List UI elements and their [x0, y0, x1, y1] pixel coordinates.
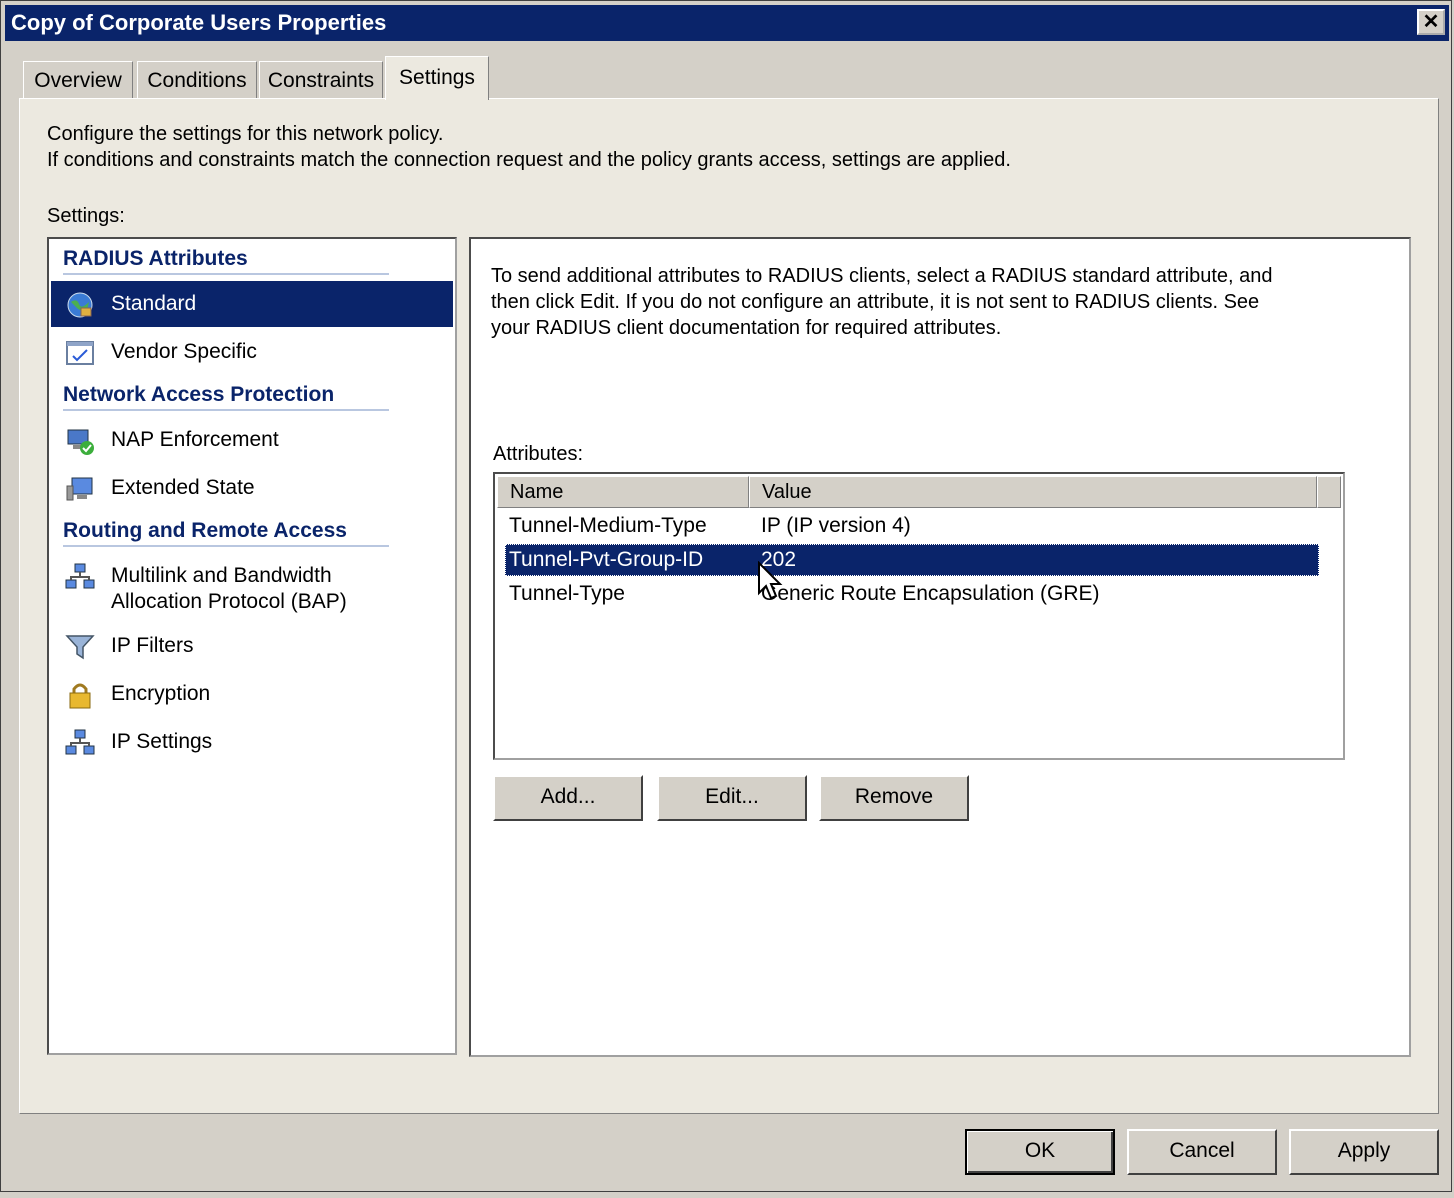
- description-line-2: If conditions and constraints match the …: [47, 149, 1011, 171]
- close-button[interactable]: ✕: [1417, 9, 1445, 35]
- attribute-name: Tunnel-Pvt-Group-ID: [509, 548, 704, 571]
- computer-check-icon: [67, 429, 94, 455]
- section-heading-radius: RADIUS Attributes: [63, 247, 389, 275]
- attribute-name: Tunnel-Type: [509, 582, 625, 605]
- column-header-filler: [1317, 476, 1341, 508]
- ok-button[interactable]: OK: [965, 1129, 1115, 1175]
- funnel-icon: [65, 635, 95, 660]
- globe-icon: [67, 292, 93, 318]
- edit-button[interactable]: Edit...: [657, 775, 807, 821]
- sidebar-item-ip-settings[interactable]: IP Settings: [51, 719, 453, 765]
- section-heading-nap: Network Access Protection: [63, 383, 389, 411]
- add-button[interactable]: Add...: [493, 775, 643, 821]
- sidebar-item-label: NAP Enforcement: [111, 428, 279, 451]
- lock-icon: [69, 683, 91, 709]
- tab-conditions[interactable]: Conditions: [137, 61, 257, 99]
- tab-overview[interactable]: Overview: [23, 61, 133, 99]
- settings-label: Settings:: [47, 205, 125, 227]
- close-icon: ✕: [1422, 11, 1440, 33]
- attributes-label: Attributes:: [493, 443, 584, 465]
- sidebar-item-vendor-specific[interactable]: Vendor Specific: [51, 329, 453, 375]
- mouse-cursor-icon: [758, 561, 783, 600]
- sidebar-item-ip-filters[interactable]: IP Filters: [51, 623, 453, 669]
- sidebar-item-label: Extended State: [111, 476, 255, 499]
- sidebar-item-multilink-bap[interactable]: Multilink and Bandwidth Allocation Proto…: [51, 553, 453, 623]
- tab-settings[interactable]: Settings: [385, 56, 489, 100]
- settings-nav-list[interactable]: RADIUS Attributes Standard Vendor Specif…: [47, 237, 457, 1055]
- tab-constraints[interactable]: Constraints: [259, 61, 383, 99]
- info-line-1: To send additional attributes to RADIUS …: [491, 265, 1273, 287]
- apply-button[interactable]: Apply: [1289, 1129, 1439, 1175]
- info-line-2: then click Edit. If you do not configure…: [491, 291, 1260, 313]
- properties-dialog: Copy of Corporate Users Properties ✕ Ove…: [0, 0, 1452, 1192]
- attribute-value: IP (IP version 4): [761, 514, 911, 537]
- table-row[interactable]: Tunnel-Pvt-Group-ID 202: [505, 544, 1319, 576]
- cancel-button[interactable]: Cancel: [1127, 1129, 1277, 1175]
- sidebar-item-extended-state[interactable]: Extended State: [51, 465, 453, 511]
- sidebar-item-label: IP Settings: [111, 730, 213, 753]
- sidebar-item-encryption[interactable]: Encryption: [51, 671, 453, 717]
- sidebar-item-standard[interactable]: Standard: [51, 281, 453, 327]
- monitor-icon: [66, 477, 93, 501]
- attribute-value: Generic Route Encapsulation (GRE): [761, 582, 1100, 605]
- sidebar-item-label: Encryption: [111, 682, 211, 705]
- remove-button[interactable]: Remove: [819, 775, 969, 821]
- sidebar-item-label: Multilink and Bandwidth: [111, 564, 332, 587]
- sidebar-item-label: Vendor Specific: [111, 340, 257, 363]
- sidebar-item-label-line-2: Allocation Protocol (BAP): [111, 590, 347, 613]
- table-row[interactable]: Tunnel-Type Generic Route Encapsulation …: [505, 578, 1319, 610]
- description-line-1: Configure the settings for this network …: [47, 123, 444, 145]
- column-header-name[interactable]: Name: [497, 476, 749, 508]
- checklist-icon: [66, 341, 94, 365]
- sidebar-item-nap-enforcement[interactable]: NAP Enforcement: [51, 417, 453, 463]
- title-bar[interactable]: Copy of Corporate Users Properties ✕: [5, 5, 1449, 41]
- table-row[interactable]: Tunnel-Medium-Type IP (IP version 4): [505, 510, 1319, 542]
- section-heading-rras: Routing and Remote Access: [63, 519, 389, 547]
- network-icon: [65, 563, 95, 589]
- info-line-3: your RADIUS client documentation for req…: [491, 317, 1002, 339]
- sidebar-item-label: Standard: [111, 292, 197, 315]
- column-header-value[interactable]: Value: [749, 476, 1317, 508]
- sidebar-item-label: IP Filters: [111, 634, 194, 657]
- window-title: Copy of Corporate Users Properties: [11, 10, 387, 35]
- network-icon: [65, 729, 95, 755]
- attribute-name: Tunnel-Medium-Type: [509, 514, 707, 537]
- attributes-list[interactable]: Name Value Tunnel-Medium-Type IP (IP ver…: [493, 472, 1345, 760]
- standard-attributes-pane: To send additional attributes to RADIUS …: [469, 237, 1411, 1057]
